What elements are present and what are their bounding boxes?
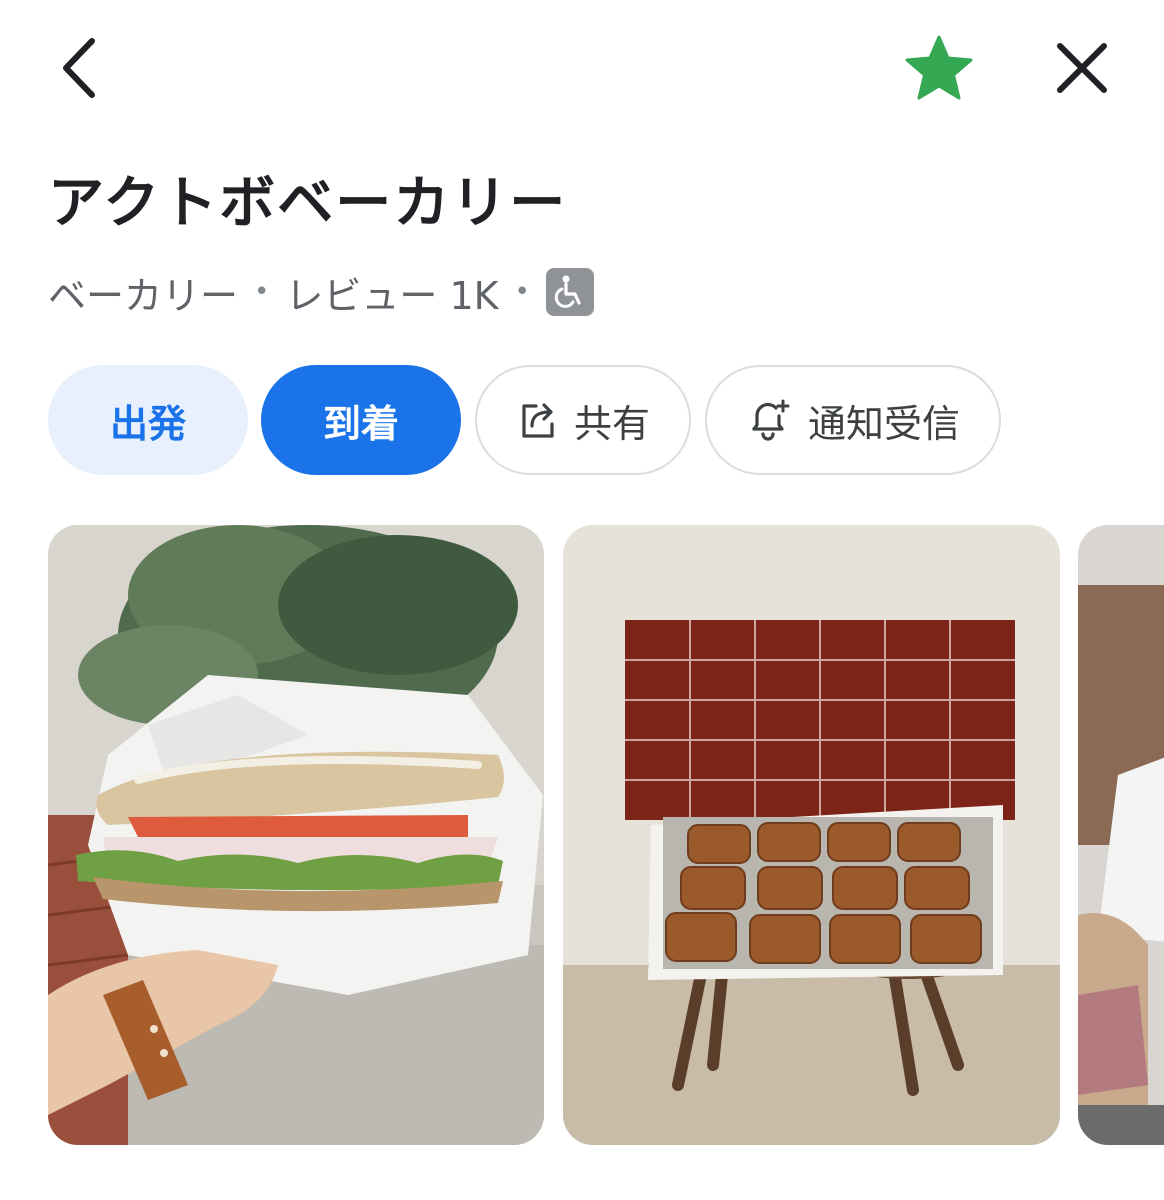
place-category: ベーカリー: [48, 273, 239, 318]
separator-dot: •: [514, 277, 530, 307]
top-bar: [0, 0, 1164, 140]
depart-button[interactable]: 出発: [48, 365, 248, 475]
photo-carousel[interactable]: [0, 525, 1164, 1147]
notify-label: 通知受信: [807, 401, 960, 446]
place-meta: ベーカリー • レビュー 1K •: [48, 262, 594, 322]
wheelchair-icon: [545, 268, 594, 316]
food-photo-partial[interactable]: [1078, 525, 1164, 1145]
close-button[interactable]: [1044, 30, 1120, 106]
star-icon: [905, 35, 973, 100]
close-icon: [1057, 43, 1107, 93]
notify-button[interactable]: 通知受信: [705, 365, 1001, 475]
pastries-tray-photo[interactable]: [563, 525, 1060, 1145]
place-name: アクトボベーカリー: [48, 171, 568, 236]
share-icon: [522, 403, 554, 438]
arrive-button[interactable]: 到着: [261, 365, 461, 475]
chevron-left-icon: [63, 38, 95, 98]
share-button[interactable]: 共有: [475, 365, 691, 475]
depart-label: 出発: [109, 401, 186, 446]
sandwich-photo[interactable]: [48, 525, 544, 1145]
review-count[interactable]: レビュー 1K: [285, 265, 498, 320]
action-bar: 出発 到着 共有 通知受信: [0, 365, 1164, 477]
arrive-label: 到着: [322, 401, 399, 446]
back-button[interactable]: [44, 30, 114, 106]
share-label: 共有: [573, 401, 650, 446]
save-star-button[interactable]: [898, 30, 980, 106]
separator-dot: •: [254, 277, 270, 307]
bell-plus-icon: [752, 399, 790, 441]
